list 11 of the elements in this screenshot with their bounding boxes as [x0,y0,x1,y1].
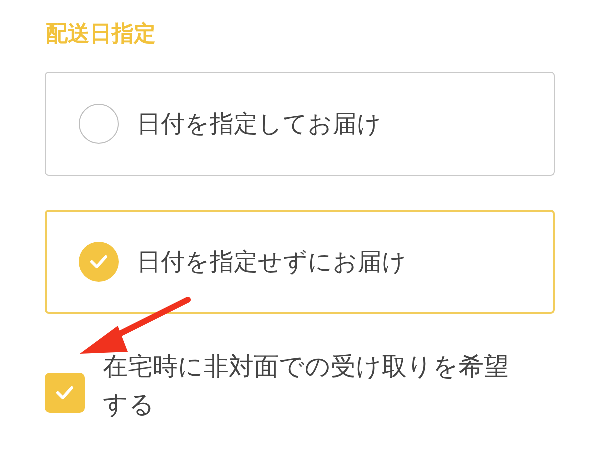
checkbox[interactable] [45,373,85,413]
check-icon [90,255,108,269]
checkbox-label: 在宅時に非対面での受け取りを希望する [103,351,510,421]
radio-button[interactable] [79,242,119,282]
option-label: 日付を指定してお届け [137,109,382,140]
section-heading: 配送日指定 [46,20,157,49]
check-icon [56,386,74,400]
option-label: 日付を指定せずにお届け [137,247,407,278]
delivery-option[interactable]: 日付を指定せずにお届け [45,210,555,314]
radio-button[interactable] [79,104,119,144]
delivery-option[interactable]: 日付を指定してお届け [45,72,555,176]
